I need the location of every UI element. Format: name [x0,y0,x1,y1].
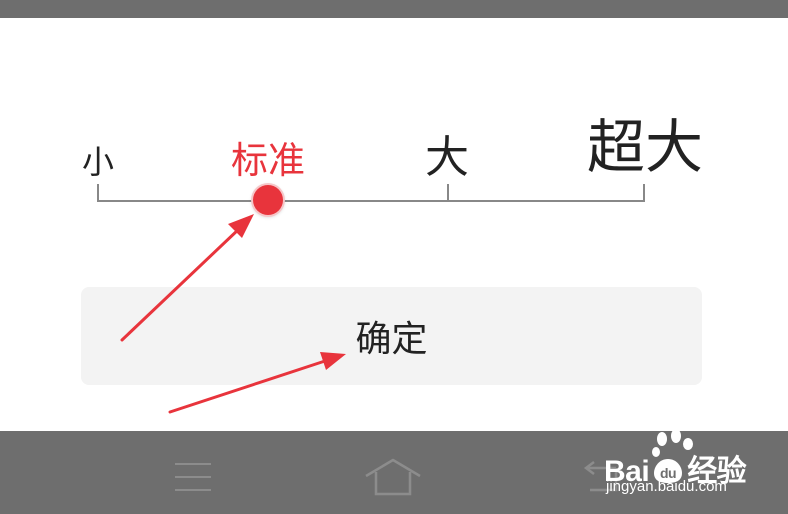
slider-tick [97,184,99,201]
slider-thumb[interactable] [253,185,283,215]
watermark-url: jingyan.baidu.com [606,478,727,495]
home-icon[interactable] [364,458,422,496]
slider-tick [447,184,449,201]
menu-icon[interactable] [175,462,211,492]
baidu-jingyan-watermark: Bai du 经验 jingyan.baidu.com [604,430,788,514]
font-size-slider[interactable]: 小 标准 大 超大 [0,0,788,240]
size-option-standard[interactable]: 标准 [231,142,305,179]
slider-track[interactable] [97,200,645,202]
size-option-large[interactable]: 大 [425,136,469,180]
size-option-small[interactable]: 小 [82,146,114,178]
slider-tick [643,184,645,201]
confirm-button[interactable]: 确定 [81,287,702,385]
size-option-extra-large[interactable]: 超大 [587,118,703,176]
